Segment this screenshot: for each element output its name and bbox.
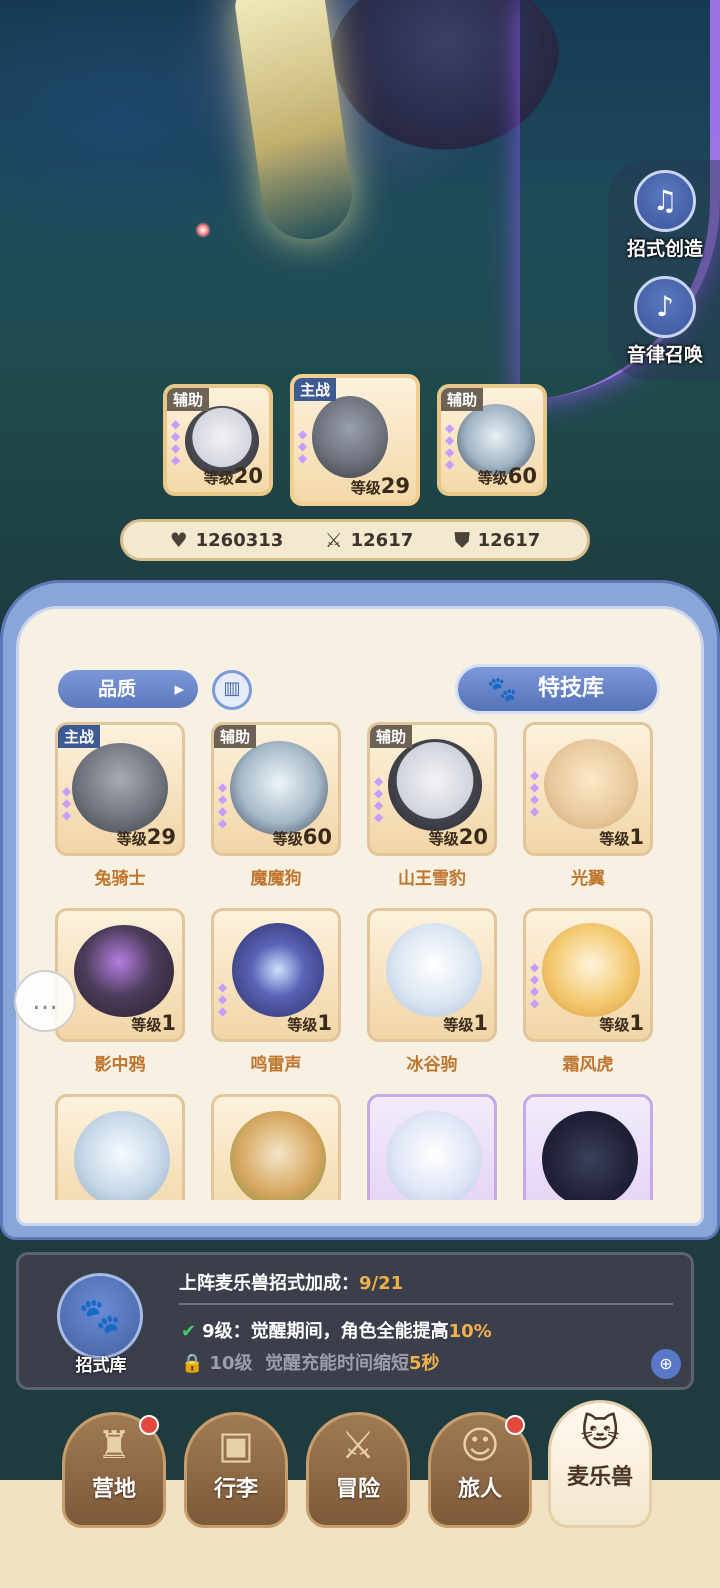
bonus-row-unlocked: ✔ 9级：觉醒期间，角色全能提高10% [181,1321,492,1342]
team-slot-1[interactable]: 辅助 ◆ ◆ ◆ ◆ 等级20 [163,384,273,496]
pet-card[interactable]: 辅助 ◆ ◆ ◆ ◆ 等级60 魔魔狗 [206,722,346,889]
paw-icon: 🐾 [487,675,517,703]
pet-card[interactable]: ◆ ◆ ◆ 等级1 鸣雷声 [206,908,346,1075]
pet-card[interactable]: 辅助 ◆ ◆ ◆ ◆ 等级20 山王雪豹 [362,722,502,889]
ice-dragon-sprite [74,1111,170,1200]
hp-stat: ♥ 1260313 [169,528,284,552]
pet-card[interactable] [518,1094,658,1200]
melody-summon-button[interactable]: ♪ 音律召唤 [620,276,710,367]
notification-badge [139,1415,159,1435]
pet-name: 光翼 [571,869,605,889]
nav-adventure[interactable]: ⚔ 冒险 [306,1412,410,1528]
star-icon: ◆ ◆ ◆ [62,784,72,822]
notification-badge [505,1415,525,1435]
spark [195,222,211,238]
pet-name: 霜风虎 [562,1055,614,1075]
snow-leopard-sprite [388,739,482,831]
pet-grid: 主战 ◆ ◆ ◆ 等级29 兔骑士 辅助 ◆ ◆ ◆ ◆ 等级60 魔魔狗 辅助 ◆ ◆ ◆ ◆… [50,722,670,1200]
pet-card[interactable]: ◆ ◆ ◆ ◆ 等级1 霜风虎 [518,908,658,1075]
star-icon: ◆ ◆ ◆ ◆ [171,417,181,467]
pet-card[interactable]: 主战 ◆ ◆ ◆ 等级29 兔骑士 [50,722,190,889]
pet-card[interactable] [362,1094,502,1200]
check-icon: ✔ [181,1321,197,1342]
pet-name: 魔魔狗 [250,869,302,889]
pet-name: 山王雪豹 [398,869,466,889]
pet-card[interactable]: ◆ ◆ ◆ ◆ 等级1 光翼 [518,722,658,889]
skill-library-icon[interactable]: 🐾 [57,1273,143,1359]
pet-card[interactable] [50,1094,190,1200]
zoom-in-icon[interactable]: ⊕ [651,1349,681,1379]
skill-bonus-box: 🐾 招式库 上阵麦乐兽招式加成：9/21 ✔ 9级：觉醒期间，角色全能提高10% … [16,1252,694,1390]
book-icon[interactable]: ▥ [212,670,252,710]
pet-name: 冰谷驹 [406,1055,458,1075]
cat-head-icon: 🐱 [580,1411,620,1455]
pet-card[interactable] [206,1094,346,1200]
team-slot-main[interactable]: 主战 ◆ ◆ ◆ 等级29 [290,374,420,506]
attack-stat: ⚔ 12617 [324,528,414,552]
backpack-icon: ▣ [218,1423,254,1467]
frost-tiger-sprite [542,923,640,1017]
skill-library-button[interactable]: 🐾 特技库 [455,664,660,714]
team-slot-3[interactable]: 辅助 ◆ ◆ ◆ ◆ 等级60 [437,384,547,496]
crossed-swords-icon: ⚔ [324,528,343,552]
pet-name: 影中鸦 [94,1055,146,1075]
bonus-row-locked: 🔒 10级 觉醒充能时间缩短5秒 [181,1353,440,1374]
team-stats-bar: ♥ 1260313 ⚔ 12617 ⛊ 12617 [120,519,590,561]
heart-icon: ♥ [169,528,188,552]
chat-bubble-icon[interactable]: … [14,970,76,1032]
pet-name: 兔骑士 [94,869,146,889]
rabbit-knight-sprite [72,743,168,833]
crossed-swords-icon: ⚔ [340,1423,376,1467]
light-wing-sprite [544,739,638,829]
thunder-sprite [232,923,324,1017]
nav-camp[interactable]: ♜ 营地 [62,1412,166,1528]
lyre-icon: ♪ [634,276,696,338]
demon-dog-sprite [230,741,328,835]
music-book-icon: ♫ [634,170,696,232]
star-icon: ◆ ◆ ◆ ◆ [530,960,540,1010]
nav-pets[interactable]: 🐱 麦乐兽 [548,1400,652,1528]
divider [179,1303,673,1305]
star-icon: ◆ ◆ ◆ ◆ [445,421,455,471]
rabbit-knight-sprite [312,396,388,478]
defense-stat: ⛊ 12617 [454,528,541,552]
star-icon: ◆ ◆ ◆ [218,980,228,1018]
bard-cat-sprite [230,1111,326,1200]
nav-traveler[interactable]: ☺ 旅人 [428,1412,532,1528]
pet-name: 鸣雷声 [250,1055,302,1075]
nav-luggage[interactable]: ▣ 行李 [184,1412,288,1528]
white-cat-sprite [386,1111,482,1200]
lock-icon: 🔒 [181,1353,204,1374]
star-icon: ◆ ◆ ◆ ◆ [218,780,228,830]
star-icon: ◆ ◆ ◆ ◆ [374,774,384,824]
ice-pony-sprite [386,923,482,1017]
star-icon: ◆ ◆ ◆ ◆ [530,768,540,818]
shield-icon: ⛊ [454,528,470,552]
move-create-button[interactable]: ♫ 招式创造 [620,170,710,261]
bonus-title: 上阵麦乐兽招式加成：9/21 [179,1273,404,1294]
star-icon: ◆ ◆ ◆ [298,427,308,465]
quality-filter-button[interactable]: 品质 ▸ [58,670,198,708]
chevron-right-icon: ▸ [174,678,184,700]
dark-cat-sprite [542,1111,638,1200]
shadow-crow-sprite [74,925,174,1017]
pet-card[interactable]: 等级1 冰谷驹 [362,908,502,1075]
